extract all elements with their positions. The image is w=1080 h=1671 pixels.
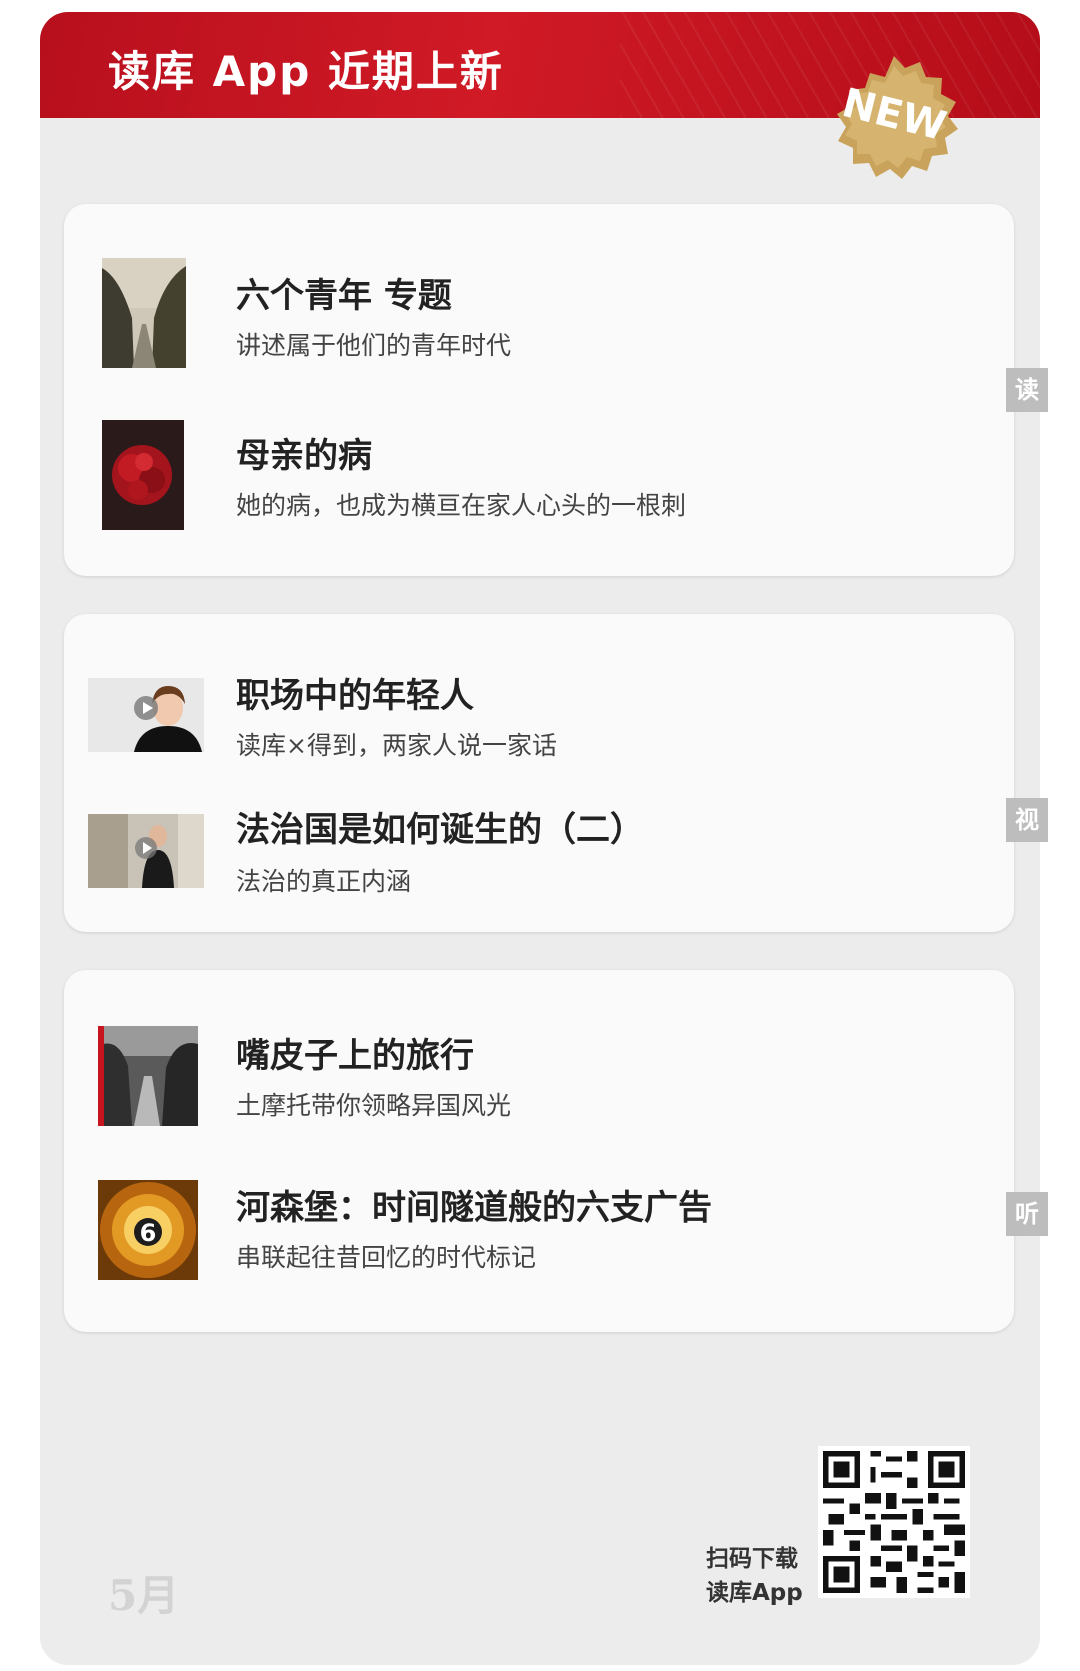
header-title: 读库 App 近期上新 — [108, 47, 504, 96]
list-item[interactable]: 母亲的病 她的病，也成为横亘在家人心头的一根刺 — [64, 418, 1014, 530]
section-read: 六个青年 专题 讲述属于他们的青年时代 母亲的病 她的病，也成为横亘在家人心头的… — [64, 204, 1014, 576]
section-listen: 嘴皮子上的旅行 土摩托带你领略异国风光 6 河森堡：时间隧道般的六支广告 串联起… — [64, 970, 1014, 1332]
item-subtitle: 土摩托带你领略异国风光 — [236, 1091, 512, 1120]
list-item[interactable]: 职场中的年轻人 读库×得到，两家人说一家话 — [64, 668, 1014, 760]
item-subtitle: 读库×得到，两家人说一家话 — [236, 731, 557, 760]
month-label: 5月 — [108, 1571, 180, 1620]
item-title: 嘴皮子上的旅行 — [236, 1036, 474, 1076]
promo-card: 读库 App 近期上新 NEW 六个青年 专题 讲述属于他们的青年时代 母亲的病… — [40, 12, 1040, 1665]
scan-line-2: 读库App — [706, 1580, 803, 1606]
scan-download-text: 扫码下载 读库App — [706, 1542, 803, 1610]
item-title: 法治国是如何诞生的（二） — [236, 810, 644, 850]
qr-code-icon[interactable] — [818, 1446, 970, 1598]
section-watch: 职场中的年轻人 读库×得到，两家人说一家话 法治国是如何诞生的（二） 法治的真正… — [64, 614, 1014, 932]
video-thumbnail-man — [88, 814, 204, 888]
item-title: 职场中的年轻人 — [236, 676, 474, 716]
jungle-river-thumbnail — [98, 1026, 198, 1126]
item-subtitle: 她的病，也成为横亘在家人心头的一根刺 — [236, 491, 687, 520]
tab-watch[interactable]: 视 — [1006, 798, 1048, 842]
item-title: 河森堡：时间隧道般的六支广告 — [236, 1188, 712, 1228]
peony-thumbnail — [102, 420, 184, 530]
list-item[interactable]: 六个青年 专题 讲述属于他们的青年时代 — [64, 256, 1014, 370]
item-title: 母亲的病 — [236, 436, 372, 476]
item-subtitle: 串联起往昔回忆的时代标记 — [236, 1243, 537, 1272]
svg-text:6: 6 — [140, 1219, 157, 1247]
scan-line-1: 扫码下载 — [706, 1546, 798, 1572]
item-subtitle: 法治的真正内涵 — [236, 867, 412, 896]
list-item[interactable]: 6 河森堡：时间隧道般的六支广告 串联起往昔回忆的时代标记 — [64, 1178, 1014, 1280]
tab-listen[interactable]: 听 — [1006, 1192, 1048, 1236]
tree-road-thumbnail — [102, 258, 186, 368]
item-title: 六个青年 专题 — [236, 276, 452, 316]
tab-read[interactable]: 读 — [1006, 368, 1048, 412]
new-badge: NEW — [824, 52, 964, 192]
item-subtitle: 讲述属于他们的青年时代 — [236, 331, 512, 360]
tunnel-six-thumbnail: 6 — [98, 1180, 198, 1280]
video-thumbnail-woman — [88, 678, 204, 752]
list-item[interactable]: 法治国是如何诞生的（二） 法治的真正内涵 — [64, 802, 1014, 896]
list-item[interactable]: 嘴皮子上的旅行 土摩托带你领略异国风光 — [64, 1024, 1014, 1126]
